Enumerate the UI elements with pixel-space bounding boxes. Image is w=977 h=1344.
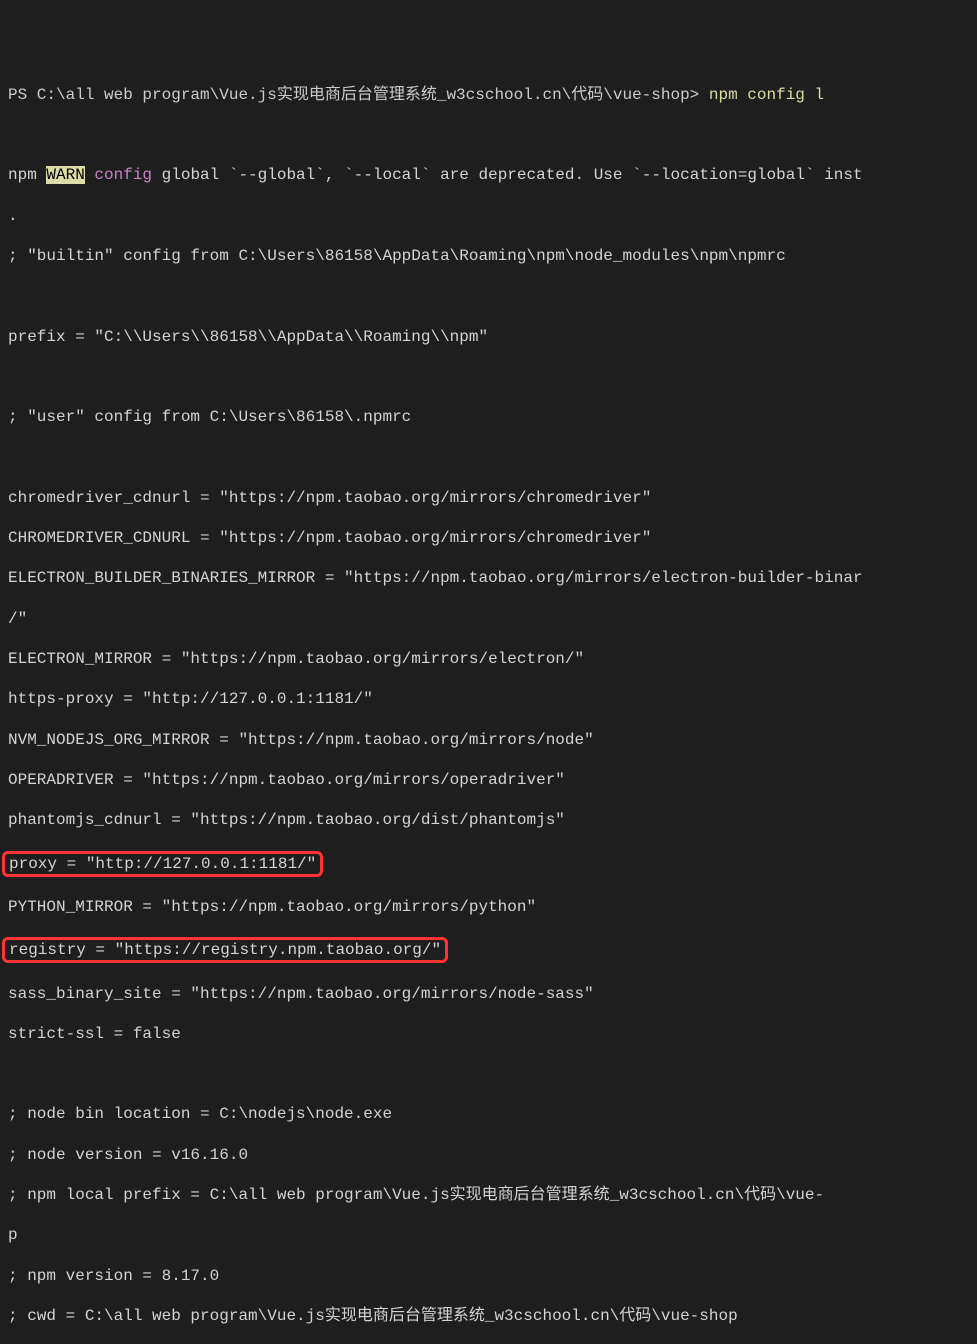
npm-local-prefix-continued: p xyxy=(8,1225,969,1245)
highlight-proxy: proxy = "http://127.0.0.1:1181/" xyxy=(8,851,969,877)
config-label: config xyxy=(85,166,152,184)
config-chromedriver-cdnurl-upper: CHROMEDRIVER_CDNURL = "https://npm.taoba… xyxy=(8,528,969,548)
node-version: ; node version = v16.16.0 xyxy=(8,1145,969,1165)
npm-label: npm xyxy=(8,166,46,184)
config-electron-builder-2: /" xyxy=(8,609,969,629)
deprecation-message: global `--global`, `--local` are depreca… xyxy=(152,166,863,184)
cwd: ; cwd = C:\all web program\Vue.js实现电商后台管… xyxy=(8,1306,969,1326)
prefix-line: prefix = "C:\\Users\\86158\\AppData\\Roa… xyxy=(8,327,969,347)
npm-version: ; npm version = 8.17.0 xyxy=(8,1266,969,1286)
npm-local-prefix: ; npm local prefix = C:\all web program\… xyxy=(8,1185,969,1205)
builtin-header: ; "builtin" config from C:\Users\86158\A… xyxy=(8,246,969,266)
config-sass-binary: sass_binary_site = "https://npm.taobao.o… xyxy=(8,984,969,1004)
blank-line xyxy=(8,125,969,145)
user-header: ; "user" config from C:\Users\86158\.npm… xyxy=(8,407,969,427)
config-electron-builder-1: ELECTRON_BUILDER_BINARIES_MIRROR = "http… xyxy=(8,568,969,588)
warn-badge: WARN xyxy=(46,166,84,184)
prompt-path: PS C:\all web program\Vue.js实现电商后台管理系统_w… xyxy=(8,86,709,104)
node-bin-location: ; node bin location = C:\nodejs\node.exe xyxy=(8,1104,969,1124)
config-electron-mirror: ELECTRON_MIRROR = "https://npm.taobao.or… xyxy=(8,649,969,669)
config-strict-ssl: strict-ssl = false xyxy=(8,1024,969,1044)
config-operadriver: OPERADRIVER = "https://npm.taobao.org/mi… xyxy=(8,770,969,790)
prompt-line: PS C:\all web program\Vue.js实现电商后台管理系统_w… xyxy=(8,85,969,105)
proxy-highlight-box: proxy = "http://127.0.0.1:1181/" xyxy=(2,851,323,877)
terminal-output[interactable]: PS C:\all web program\Vue.js实现电商后台管理系统_w… xyxy=(8,85,969,1344)
config-phantomjs: phantomjs_cdnurl = "https://npm.taobao.o… xyxy=(8,810,969,830)
warn-line: npm WARN config global `--global`, `--lo… xyxy=(8,165,969,185)
command-text: npm config l xyxy=(709,86,824,104)
registry-highlight-box: registry = "https://registry.npm.taobao.… xyxy=(2,937,448,963)
blank-line xyxy=(8,447,969,467)
blank-line xyxy=(8,286,969,306)
blank-line xyxy=(8,1064,969,1084)
dot-line: . xyxy=(8,206,969,226)
config-chromedriver-cdnurl: chromedriver_cdnurl = "https://npm.taoba… xyxy=(8,488,969,508)
config-nvm-nodejs: NVM_NODEJS_ORG_MIRROR = "https://npm.tao… xyxy=(8,730,969,750)
config-python-mirror: PYTHON_MIRROR = "https://npm.taobao.org/… xyxy=(8,897,969,917)
blank-line xyxy=(8,367,969,387)
config-https-proxy: https-proxy = "http://127.0.0.1:1181/" xyxy=(8,689,969,709)
highlight-registry: registry = "https://registry.npm.taobao.… xyxy=(8,937,969,963)
